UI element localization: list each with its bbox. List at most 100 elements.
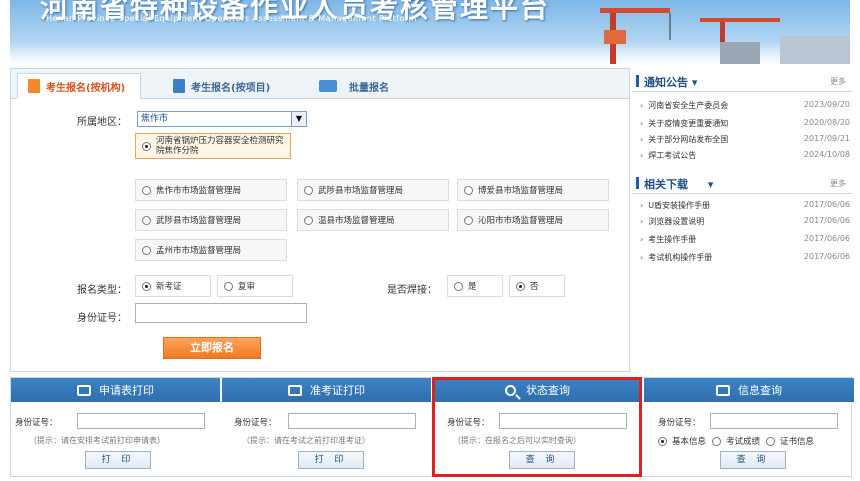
notice-item[interactable]: › 河南省安全生产委员会 2023/09/20 [640,100,850,114]
org-option-label: 孟州市市场监督管理局 [156,246,242,256]
notice-title[interactable]: 通知公告 ▾ [644,74,697,90]
header-banner: 河南省特种设备作业人员考核管理平台 Henan Province Special… [10,0,850,64]
registration-tabs: 考生报名(按机构) 考生报名(按项目) 批量报名 [11,69,629,99]
downloads-title[interactable]: 相关下载 ▾ [644,176,713,192]
search-icon [505,384,516,396]
info-query-panel: 信息查询 身份证号： 基本信息 考试成绩 证书信息 查 询 [644,378,854,476]
status-id-input[interactable] [499,413,627,429]
radio-icon[interactable] [712,436,722,446]
hint-text: （提示：在报名之后可以实时查询） [453,436,581,445]
region-select-value: 焦作市 [141,114,169,124]
chevron-right-icon: › [640,135,644,144]
download-item[interactable]: › 浏览器设置说明 2017/06/06 [640,216,850,230]
status-query-header: 状态查询 [433,378,643,402]
notice-header: 通知公告 ▾ 更多 [632,70,852,92]
info-query-button[interactable]: 查 询 [720,451,786,469]
radio-icon [454,281,463,291]
radio-icon [142,215,151,225]
weld-yes-label: 是 [468,282,477,292]
radio-checked-icon [142,281,151,291]
radio-icon [142,245,151,255]
org-option-label: 沁阳市市场监督管理局 [478,216,564,226]
info-list-icon [716,384,730,396]
document-icon [28,79,40,93]
id-number-input[interactable] [135,303,307,323]
folder-icon [319,80,337,92]
id-card-icon [288,384,302,396]
org-option-label: 焦作市市场监督管理局 [156,186,242,196]
org-option-selected[interactable]: 河南省锅炉压力容器安全检测研究院焦作分院 [135,133,291,159]
org-option[interactable]: 武陟县市场监督管理局 [297,179,449,201]
download-item[interactable]: › 考生操作手册 2017/06/06 [640,234,850,248]
application-id-input[interactable] [77,413,205,429]
info-query-header: 信息查询 [644,378,854,402]
radio-icon[interactable] [766,436,776,446]
chevron-right-icon: › [640,217,644,226]
org-option[interactable]: 沁阳市市场监督管理局 [457,209,609,231]
tab-register-by-org[interactable]: 考生报名(按机构) [17,73,141,99]
download-item[interactable]: › U盾安装操作手册 2017/06/06 [640,200,850,214]
notice-more-link[interactable]: 更多 [830,76,846,87]
document-icon [173,79,185,93]
radio-icon [304,215,313,225]
id-label: 身份证号： [658,418,701,428]
region-select[interactable]: 焦作市 ▼ [137,111,307,127]
radio-icon [304,185,313,195]
tab-batch-register[interactable]: 批量报名 [319,73,389,99]
org-option-label: 温县市场监督管理局 [318,216,395,226]
weld-no-label: 否 [530,282,539,292]
submit-register-button[interactable]: 立即报名 [163,337,261,359]
org-option[interactable]: 焦作市市场监督管理局 [135,179,287,201]
type-renew-option[interactable]: 复审 [217,275,293,297]
admission-print-button[interactable]: 打 印 [298,451,364,469]
info-type-radios: 基本信息 考试成绩 证书信息 [658,435,814,447]
chevron-right-icon: › [640,253,644,262]
status-query-button[interactable]: 查 询 [509,451,575,469]
radio-checked-icon [516,281,525,291]
tab-label: 考生报名(按项目) [191,82,271,94]
admission-id-input[interactable] [288,413,416,429]
org-option-label: 博爱县市场监督管理局 [478,186,564,196]
id-label: 身份证号： [15,418,58,428]
org-option-label: 武陟县市场监督管理局 [156,216,242,226]
org-option-label: 河南省锅炉压力容器安全检测研究院焦作分院 [156,136,284,156]
org-option[interactable]: 博爱县市场监督管理局 [457,179,609,201]
section-marker [636,177,639,189]
section-marker [636,75,639,87]
weld-yes-option[interactable]: 是 [447,275,503,297]
admission-print-panel: 准考证打印 身份证号： （提示：请在考试之前打印准考证） 打 印 [222,378,432,476]
info-id-input[interactable] [710,413,838,429]
hint-text: （提示：请在考试之前打印准考证） [242,436,370,445]
download-item[interactable]: › 考试机构操作手册 2017/06/06 [640,252,850,266]
notice-item[interactable]: › 关于部分网站发布全国 2017/09/21 [640,134,850,148]
tab-register-by-project[interactable]: 考生报名(按项目) [173,73,270,99]
org-option[interactable]: 武陟县市场监督管理局 [135,209,287,231]
downloads-more-link[interactable]: 更多 [830,178,846,189]
type-new-option[interactable]: 新考证 [135,275,211,297]
tab-label: 考生报名(按机构) [46,82,126,94]
id-number-label: 身份证号： [77,313,127,324]
hint-text: （提示：请在安排考试前打印申请表） [29,436,165,445]
org-option[interactable]: 孟州市市场监督管理局 [135,239,287,261]
weld-no-option[interactable]: 否 [509,275,565,297]
radio-checked-icon [142,141,151,151]
org-option-label: 武陟县市场监督管理局 [318,186,404,196]
site-subtitle: Henan Province Special Equipment Operato… [46,14,417,23]
bottom-tools: 申请表打印 身份证号： （提示：请在安排考试前打印申请表） 打 印 准考证打印 … [10,377,854,477]
registration-panel: 考生报名(按机构) 考生报名(按项目) 批量报名 所属地区： 焦作市 ▼ 河南省… [10,68,630,372]
chevron-right-icon: › [640,151,644,160]
radio-checked-icon[interactable] [658,436,667,446]
application-print-header: 申请表打印 [11,378,221,402]
org-option[interactable]: 温县市场监督管理局 [297,209,449,231]
chevron-right-icon: › [640,201,644,210]
type-renew-label: 复审 [238,282,256,292]
weld-label: 是否焊接： [387,285,437,296]
printer-icon [77,384,91,396]
radio-icon [224,281,233,291]
chevron-down-icon[interactable]: ▼ [291,112,306,126]
notice-item[interactable]: › 关于疫情变更重要通知 2020/08/20 [640,118,850,132]
region-label: 所属地区： [77,117,127,128]
notice-item[interactable]: › 焊工考试公告 2024/10/08 [640,150,850,164]
application-print-button[interactable]: 打 印 [85,451,151,469]
radio-icon [142,185,151,195]
